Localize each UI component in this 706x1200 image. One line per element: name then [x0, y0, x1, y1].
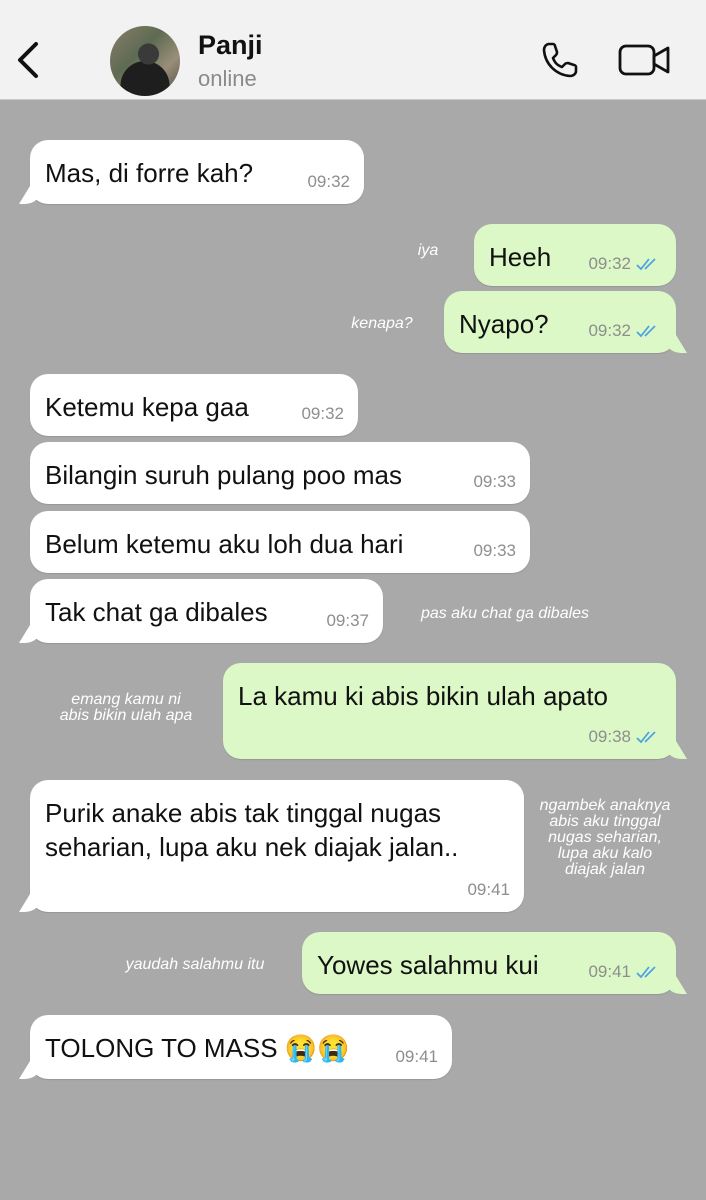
message-meta: 09:41	[588, 962, 662, 982]
contact-status: online	[198, 66, 257, 91]
message-incoming[interactable]: Bilangin suruh pulang poo mas 09:33	[30, 442, 530, 504]
message-incoming[interactable]: Mas, di forre kah? 09:32	[30, 140, 364, 204]
message-incoming[interactable]: Tak chat ga dibales 09:37	[30, 579, 383, 643]
message-meta: 09:33	[473, 472, 516, 492]
message-incoming[interactable]: Ketemu kepa gaa 09:32	[30, 374, 358, 436]
contact-name[interactable]: Panji	[198, 30, 263, 61]
video-camera-icon[interactable]	[618, 43, 670, 77]
message-text: Mas, di forre kah?	[45, 158, 254, 188]
message-incoming[interactable]: Purik anake abis tak tinggal nugas sehar…	[30, 780, 524, 912]
message-meta: 09:41	[395, 1047, 438, 1067]
message-time: 09:32	[307, 172, 350, 191]
annotation-note: pas aku chat ga dibales	[420, 605, 590, 622]
annotation-note: emang kamu ni abis bikin ulah apa	[59, 691, 193, 724]
annotation-note: iya	[417, 242, 439, 259]
message-text: Heeh	[489, 242, 552, 272]
message-outgoing[interactable]: Yowes salahmu kui 09:41	[302, 932, 676, 994]
message-text: Nyapo?	[459, 309, 549, 339]
message-text: Belum ketemu aku loh dua hari	[45, 529, 404, 559]
read-receipt-icon	[636, 966, 656, 979]
message-meta: 09:37	[326, 611, 369, 631]
message-time: 09:41	[588, 962, 631, 981]
message-meta: 09:38	[588, 727, 662, 747]
read-receipt-icon	[636, 731, 656, 744]
message-outgoing[interactable]: Heeh 09:32	[474, 224, 676, 286]
message-outgoing[interactable]: Nyapo? 09:32	[444, 291, 676, 353]
message-text: Ketemu kepa gaa	[45, 392, 249, 422]
message-time: 09:32	[588, 321, 631, 340]
message-incoming[interactable]: Belum ketemu aku loh dua hari 09:33	[30, 511, 530, 573]
message-time: 09:38	[588, 727, 631, 746]
message-time: 09:41	[395, 1047, 438, 1066]
message-time: 09:37	[326, 611, 369, 630]
message-time: 09:32	[301, 404, 344, 423]
annotation-note: kenapa?	[351, 315, 413, 332]
annotation-note: yaudah salahmu itu	[125, 956, 265, 973]
chat-header: Panji online	[0, 0, 706, 100]
message-outgoing[interactable]: La kamu ki abis bikin ulah apato 09:38	[223, 663, 676, 759]
message-text: Purik anake abis tak tinggal nugas sehar…	[45, 798, 459, 862]
message-text: Tak chat ga dibales	[45, 597, 268, 627]
message-meta: 09:33	[473, 541, 516, 561]
annotation-note: ngambek anaknya abis aku tinggal nugas s…	[539, 797, 671, 878]
read-receipt-icon	[636, 258, 656, 271]
read-receipt-icon	[636, 325, 656, 338]
message-text: TOLONG TO MASS 😭😭	[45, 1033, 350, 1063]
message-incoming[interactable]: TOLONG TO MASS 😭😭 09:41	[30, 1015, 452, 1079]
message-time: 09:33	[473, 541, 516, 560]
message-time: 09:33	[473, 472, 516, 491]
message-text: Yowes salahmu kui	[317, 950, 539, 980]
message-meta: 09:32	[588, 254, 662, 274]
message-time: 09:32	[588, 254, 631, 273]
message-meta: 09:41	[467, 880, 510, 900]
avatar[interactable]	[110, 26, 180, 96]
message-meta: 09:32	[307, 172, 350, 192]
message-meta: 09:32	[301, 404, 344, 424]
message-text: Bilangin suruh pulang poo mas	[45, 460, 403, 490]
chevron-left-icon[interactable]	[14, 38, 44, 82]
message-time: 09:41	[467, 880, 510, 899]
message-meta: 09:32	[588, 321, 662, 341]
phone-icon[interactable]	[540, 40, 580, 80]
message-text: La kamu ki abis bikin ulah apato	[238, 681, 609, 711]
